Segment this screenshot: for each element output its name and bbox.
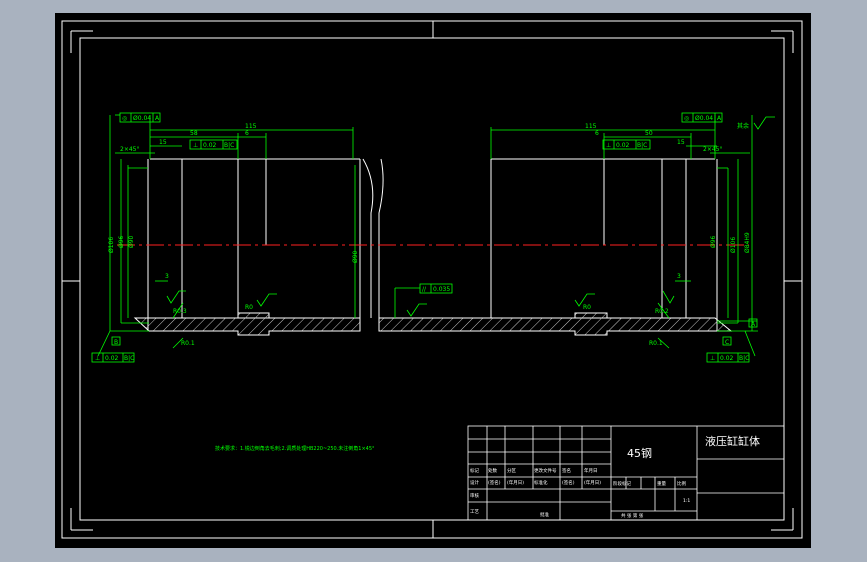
title-block-text: 45钢 液压缸缸体 标记 处数 分区 更改文件号 签名 年月日 设计 (签名) … bbox=[470, 434, 760, 519]
tech-note: 技术要求：1.锐边倒角去毛刺;2.调质处理HB220~250.未注倒角1×45° bbox=[215, 445, 375, 452]
tol-tl-mid-sym: ⊥ bbox=[193, 142, 198, 149]
roughness-symbols bbox=[166, 116, 775, 317]
tol-tl-top-val: Ø0.04 bbox=[133, 115, 151, 122]
dim-right-r0: R0 bbox=[583, 304, 591, 311]
dim-right-dia-96: Ø96 bbox=[710, 235, 717, 248]
tb-r3c4: 更改文件号 bbox=[534, 467, 557, 474]
tb-r4c6: (年月日) bbox=[584, 479, 601, 486]
datum-b: B bbox=[114, 339, 118, 346]
tol-tr-mid-ref: B|C bbox=[637, 142, 647, 149]
tol-tr-mid-val: 0.02 bbox=[616, 142, 630, 149]
dim-left-r03: R0.3 bbox=[173, 308, 187, 315]
cad-viewport[interactable]: 115 58 6 15 2×45° Ø106 Ø96 Ø90 3 R0.3 R0… bbox=[55, 13, 811, 548]
drawing-frame bbox=[61, 20, 803, 539]
tol-tr-bot-sym: ⊥ bbox=[710, 355, 715, 362]
tb-r6c4: 批准 bbox=[540, 511, 549, 518]
tol-tr-top-val: Ø0.04 bbox=[695, 115, 713, 122]
tb-r3c3: 分区 bbox=[507, 467, 516, 474]
dim-left-115: 115 bbox=[245, 123, 257, 130]
dim-right-50: 50 bbox=[645, 130, 653, 137]
roughness-icon bbox=[256, 293, 277, 307]
tol-tr-top-sym: ◎ bbox=[684, 115, 689, 122]
tb-mid-r1b: 重量 bbox=[657, 480, 666, 487]
dim-right-3: 3 bbox=[677, 273, 681, 280]
tol-tl-top-sym: ◎ bbox=[122, 115, 127, 122]
part-name: 液压缸缸体 bbox=[705, 434, 760, 448]
dim-left-3: 3 bbox=[165, 273, 169, 280]
tol-tl-bot-sym: ⊥ bbox=[95, 355, 100, 362]
dim-left-dia-96: Ø96 bbox=[118, 235, 125, 248]
tb-r3c5: 签名 bbox=[562, 467, 571, 474]
dim-right-dia-h9: Ø84H9 bbox=[744, 232, 751, 253]
tol-tl-bot-val: 0.02 bbox=[105, 355, 119, 362]
tb-r5c1: 审核 bbox=[470, 492, 479, 499]
tb-mid-scale: 1:1 bbox=[683, 498, 690, 504]
dim-left-6: 6 bbox=[245, 130, 249, 137]
tol-tr-mid-sym: ⊥ bbox=[606, 142, 611, 149]
engineering-drawing: 115 58 6 15 2×45° Ø106 Ø96 Ø90 3 R0.3 R0… bbox=[61, 20, 803, 539]
tol-tl-top-ref: A bbox=[155, 115, 160, 122]
tb-mid-r1c: 比例 bbox=[677, 480, 686, 487]
note-top-right: 其余 bbox=[737, 122, 749, 130]
dim-left-chamfer: 2×45° bbox=[120, 146, 139, 153]
tb-r4c2: (签名) bbox=[488, 479, 501, 486]
dim-right-dia-106: Ø106 bbox=[730, 237, 737, 253]
tb-r4c4: 标准化 bbox=[534, 479, 548, 486]
dim-center-dia: Ø90 bbox=[352, 250, 359, 263]
tb-r4c5: (签名) bbox=[562, 479, 575, 486]
roughness-icon bbox=[662, 290, 675, 304]
tb-r4c1: 设计 bbox=[470, 479, 479, 486]
tb-r3c2: 处数 bbox=[488, 467, 497, 474]
dim-left-dia-90: Ø90 bbox=[128, 235, 135, 248]
tb-r3c6: 年月日 bbox=[584, 467, 598, 474]
material: 45钢 bbox=[627, 447, 652, 460]
annotations: 115 58 6 15 2×45° Ø106 Ø96 Ø90 3 R0.3 R0… bbox=[95, 115, 756, 452]
section-hatch bbox=[133, 312, 733, 336]
roughness-icon bbox=[166, 290, 186, 304]
dim-left-15: 15 bbox=[159, 139, 167, 146]
dim-right-r02: R0.2 bbox=[655, 308, 669, 315]
tol-tr-top-ref: A bbox=[717, 115, 722, 122]
dim-right-6: 6 bbox=[595, 130, 599, 137]
tol-tl-mid-val: 0.02 bbox=[203, 142, 217, 149]
dim-right-chamfer: 2×45° bbox=[703, 146, 722, 153]
tol-tl-mid-ref: B|C bbox=[224, 142, 234, 149]
tol-center-sym: // bbox=[422, 286, 427, 293]
roughness-icon bbox=[753, 116, 775, 130]
tb-r6c1: 工艺 bbox=[470, 509, 479, 515]
dim-left-r0: R0 bbox=[245, 304, 253, 311]
dim-left-dia-106: Ø106 bbox=[108, 237, 115, 253]
tb-mid-bottom: 共 张 第 张 bbox=[621, 512, 644, 519]
dim-left-r01: R0.1 bbox=[181, 340, 195, 347]
dim-right-r01: R0.1 bbox=[649, 340, 663, 347]
tol-tl-bot-ref: B|C bbox=[124, 355, 134, 362]
datum-c: C bbox=[725, 339, 729, 346]
dim-right-115: 115 bbox=[585, 123, 597, 130]
tb-r4c3: (年月日) bbox=[507, 479, 524, 486]
roughness-icon bbox=[406, 303, 427, 317]
dim-right-15: 15 bbox=[677, 139, 685, 146]
dim-left-58: 58 bbox=[190, 130, 198, 137]
tb-r3c1: 标记 bbox=[470, 467, 479, 474]
tol-tr-bot-val: 0.02 bbox=[720, 355, 734, 362]
tol-center-val: 0.035 bbox=[433, 286, 450, 293]
tb-mid-r1: 阶段标记 bbox=[613, 480, 631, 487]
tol-tr-bot-ref: B|C bbox=[739, 355, 749, 362]
